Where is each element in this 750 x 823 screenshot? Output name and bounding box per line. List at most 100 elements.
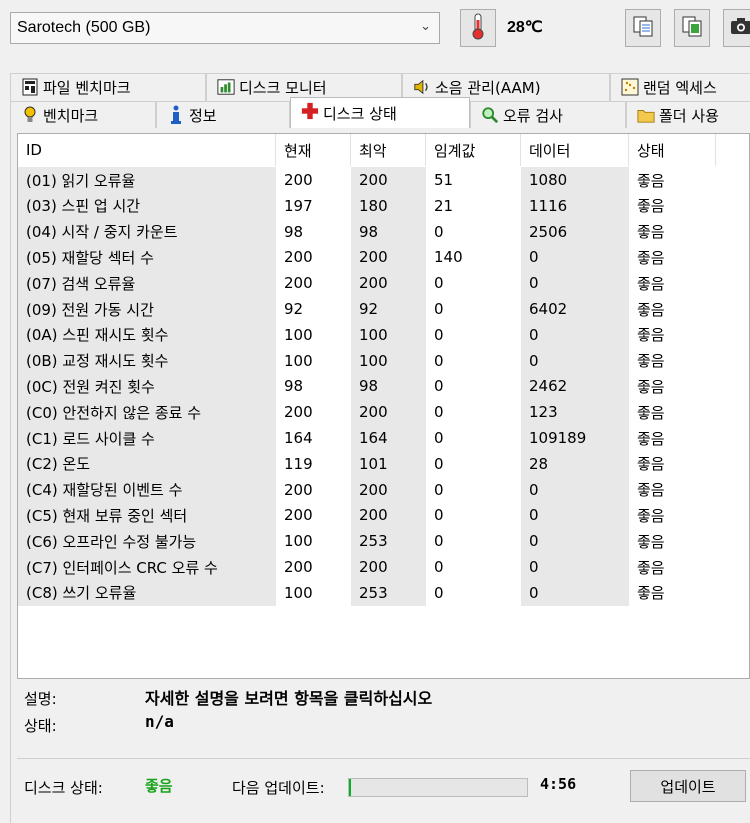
cell-threshold: 21 bbox=[434, 196, 454, 215]
cell-worst: 100 bbox=[351, 347, 426, 374]
cell-current: 92 bbox=[284, 300, 304, 318]
cell-data: 2506 bbox=[521, 218, 629, 245]
table-row[interactable]: (07) 검색 오류율 200 200 0 0 좋음 bbox=[18, 270, 749, 297]
column-header-current[interactable]: 현재 bbox=[276, 134, 351, 166]
table-row[interactable]: (09) 전원 가동 시간 92 92 0 6402 좋음 bbox=[18, 296, 749, 322]
table-row[interactable]: (C7) 인터페이스 CRC 오류 수 200 200 0 0 좋음 bbox=[18, 554, 749, 580]
cell-worst: 200 bbox=[351, 399, 426, 426]
cell-threshold: 0 bbox=[434, 429, 444, 447]
countdown-time: 4:56 bbox=[540, 775, 577, 793]
cell-threshold: 0 bbox=[434, 454, 444, 473]
cell-current: 98 bbox=[284, 222, 304, 241]
cell-threshold: 140 bbox=[434, 248, 463, 267]
cell-threshold: 0 bbox=[434, 403, 444, 422]
table-row[interactable]: (C4) 재할당된 이벤트 수 200 200 0 0 좋음 bbox=[18, 476, 749, 503]
cell-worst: 98 bbox=[351, 218, 426, 245]
cell-status: 좋음 bbox=[637, 558, 665, 577]
cell-data: 0 bbox=[521, 321, 629, 348]
table-row[interactable]: (C6) 오프라인 수정 불가능 100 253 0 0 좋음 bbox=[18, 528, 749, 555]
cell-current: 200 bbox=[284, 248, 313, 267]
smart-attributes-table[interactable]: ID 현재 최악 임계값 데이터 상태 (01) 읽기 오류율 200 200 51 1… bbox=[17, 133, 750, 679]
cell-threshold: 0 bbox=[434, 300, 444, 318]
copy-button[interactable] bbox=[625, 9, 661, 47]
cell-worst: 200 bbox=[351, 502, 426, 529]
table-row[interactable]: (C5) 현재 보류 중인 섹터 200 200 0 0 좋음 bbox=[18, 502, 749, 529]
table-row[interactable]: (03) 스핀 업 시간 197 180 21 1116 좋음 bbox=[18, 192, 749, 219]
cell-data: 123 bbox=[521, 399, 629, 426]
table-row[interactable]: (C0) 안전하지 않은 종료 수 200 200 0 123 좋음 bbox=[18, 399, 749, 426]
cell-status: 좋음 bbox=[637, 274, 665, 293]
table-row[interactable]: (05) 재할당 섹터 수 200 200 140 0 좋음 bbox=[18, 244, 749, 271]
table-row[interactable]: (04) 시작 / 중지 카운트 98 98 0 2506 좋음 bbox=[18, 218, 749, 245]
cell-current: 200 bbox=[284, 558, 313, 576]
table-row[interactable]: (01) 읽기 오류율 200 200 51 1080 좋음 bbox=[18, 167, 749, 193]
tab-error-scan[interactable]: 오류 검사 bbox=[470, 101, 626, 129]
screenshot-button[interactable] bbox=[723, 9, 750, 47]
speaker-icon bbox=[413, 78, 431, 96]
temperature-button[interactable] bbox=[460, 9, 496, 47]
cell-worst: 253 bbox=[351, 528, 426, 555]
table-row[interactable]: (C2) 온도 119 101 0 28 좋음 bbox=[18, 450, 749, 477]
table-row[interactable]: (0B) 교정 재시도 횟수 100 100 0 0 좋음 bbox=[18, 347, 749, 374]
tab-folder-usage[interactable]: 폴더 사용 bbox=[626, 101, 750, 129]
cell-attribute: (C6) 오프라인 수정 불가능 bbox=[18, 528, 276, 555]
cell-worst: 92 bbox=[351, 296, 426, 322]
copy-options-button[interactable] bbox=[674, 9, 710, 47]
cell-worst: 164 bbox=[351, 425, 426, 451]
cell-attribute: (C1) 로드 사이클 수 bbox=[18, 425, 276, 451]
cell-threshold: 0 bbox=[434, 532, 444, 551]
tab-label: 랜덤 엑세스 bbox=[643, 79, 717, 97]
cell-status: 좋음 bbox=[637, 248, 665, 267]
cell-data: 1116 bbox=[521, 192, 629, 219]
progress-fill bbox=[349, 779, 351, 796]
cell-status: 좋음 bbox=[637, 197, 665, 216]
cell-data: 0 bbox=[521, 476, 629, 503]
cell-status: 좋음 bbox=[637, 352, 665, 371]
next-update-label: 다음 업데이트: bbox=[232, 779, 325, 797]
column-header-id[interactable]: ID bbox=[18, 134, 276, 166]
column-header-data[interactable]: 데이터 bbox=[521, 134, 629, 166]
cell-status: 좋음 bbox=[637, 584, 665, 603]
cell-current: 98 bbox=[284, 377, 304, 396]
cell-threshold: 0 bbox=[434, 558, 444, 576]
column-header-status[interactable]: 상태 bbox=[629, 134, 716, 166]
tab-info[interactable]: 정보 bbox=[156, 101, 290, 129]
cell-worst: 100 bbox=[351, 321, 426, 348]
cell-data: 0 bbox=[521, 528, 629, 555]
table-row[interactable]: (C8) 쓰기 오류율 100 253 0 0 좋음 bbox=[18, 579, 749, 606]
cell-worst: 200 bbox=[351, 270, 426, 297]
tab-benchmark[interactable]: 벤치마크 bbox=[10, 101, 156, 129]
tab-disk-health[interactable]: 디스크 상태 bbox=[290, 97, 470, 129]
tab-label: 벤치마크 bbox=[43, 107, 99, 125]
update-button[interactable]: 업데이트 bbox=[630, 770, 746, 802]
cell-threshold: 0 bbox=[434, 377, 444, 396]
cell-worst: 98 bbox=[351, 373, 426, 400]
divider bbox=[17, 758, 750, 759]
cell-worst: 200 bbox=[351, 244, 426, 271]
copy-icon bbox=[632, 15, 654, 41]
tab-label: 정보 bbox=[189, 107, 217, 125]
table-row[interactable]: (C1) 로드 사이클 수 164 164 0 109189 좋음 bbox=[18, 425, 749, 451]
cell-data: 28 bbox=[521, 450, 629, 477]
drive-select[interactable]: Sarotech (500 GB) ⌄ bbox=[10, 12, 440, 44]
health-cross-icon bbox=[301, 102, 319, 120]
cell-status: 좋음 bbox=[637, 326, 665, 345]
disk-state-value: 좋음 bbox=[145, 777, 173, 795]
info-icon bbox=[167, 105, 185, 124]
table-row[interactable]: (0C) 전원 켜진 횟수 98 98 0 2462 좋음 bbox=[18, 373, 749, 400]
tab-random-access[interactable]: 랜덤 엑세스 bbox=[610, 73, 750, 101]
table-row[interactable]: (0A) 스핀 재시도 횟수 100 100 0 0 좋음 bbox=[18, 321, 749, 348]
disk-monitor-icon bbox=[217, 78, 235, 96]
cell-worst: 200 bbox=[351, 476, 426, 503]
cell-threshold: 0 bbox=[434, 325, 444, 344]
cell-current: 100 bbox=[284, 325, 313, 344]
tab-label: 디스크 모니터 bbox=[239, 79, 327, 97]
cell-attribute: (C0) 안전하지 않은 종료 수 bbox=[18, 399, 276, 426]
tab-file-benchmark[interactable]: 파일 벤치마크 bbox=[10, 73, 206, 101]
update-progress-bar bbox=[348, 778, 528, 797]
column-header-threshold[interactable]: 임계값 bbox=[426, 134, 521, 166]
cell-threshold: 0 bbox=[434, 222, 444, 241]
cell-attribute: (C5) 현재 보류 중인 섹터 bbox=[18, 502, 276, 529]
column-header-worst[interactable]: 최악 bbox=[351, 134, 426, 166]
cell-status: 좋음 bbox=[637, 403, 665, 422]
